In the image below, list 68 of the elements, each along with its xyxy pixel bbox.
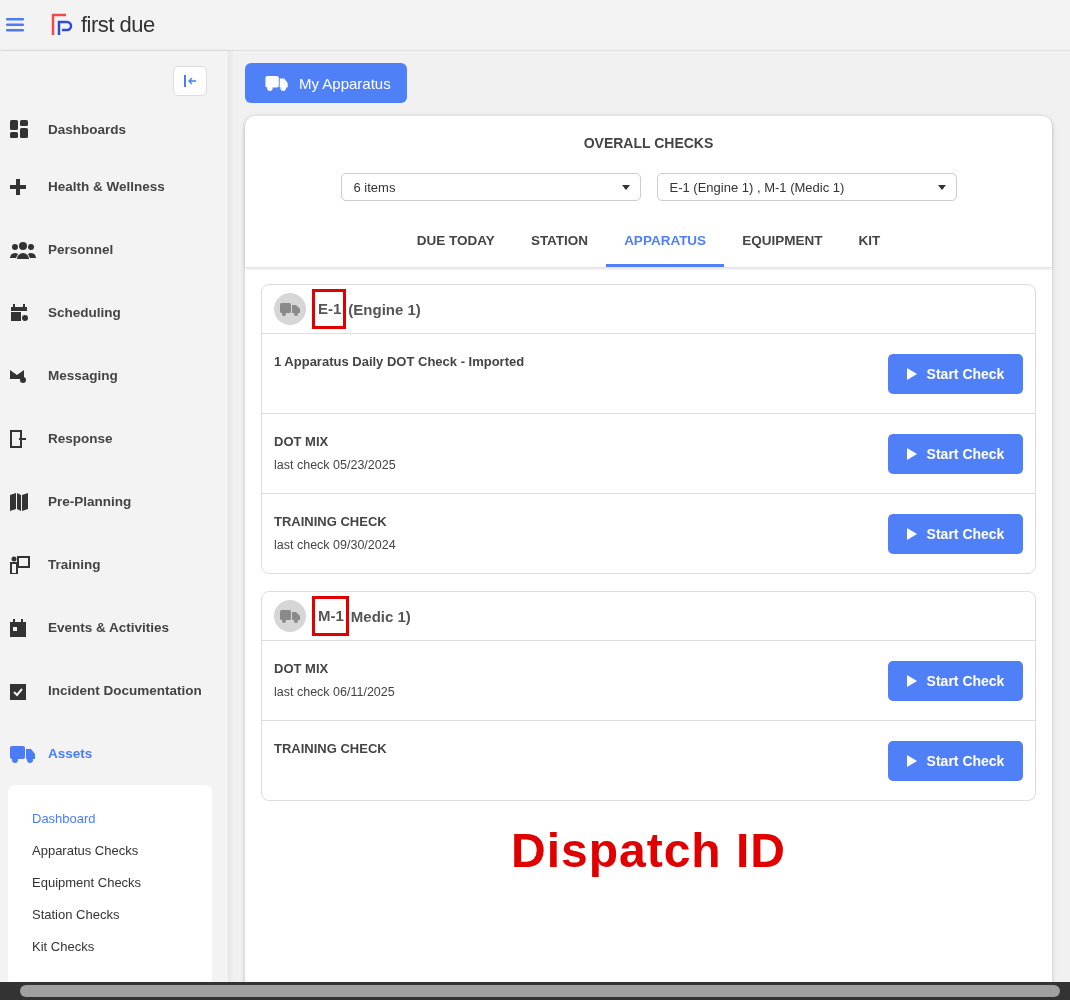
check-name: TRAINING CHECK (274, 514, 388, 529)
truck-icon (10, 744, 36, 763)
sidebar-item[interactable]: Events & Activities (0, 596, 228, 659)
grid-icon (10, 120, 30, 138)
last-check-date: last check 05/23/2025 (274, 458, 396, 472)
logo-icon (51, 13, 75, 37)
truck-icon (274, 293, 306, 325)
calendar-icon (10, 618, 26, 637)
start-check-button[interactable]: Start Check (888, 353, 1023, 394)
submenu-item[interactable]: Equipment Checks (32, 871, 212, 903)
menu-icon[interactable] (6, 18, 24, 32)
filter-dropdown[interactable]: E-1 (Engine 1) , M-1 (Medic 1) (656, 173, 957, 201)
check-name: DOT MIX (274, 434, 330, 449)
check-name: DOT MIX (274, 661, 330, 676)
presenter-icon (10, 555, 30, 574)
apparatus-name: (Engine 1) (348, 300, 421, 318)
tab[interactable]: KIT (840, 219, 899, 267)
sidebar-item[interactable]: Scheduling (0, 281, 228, 344)
collapse-arrow-icon (183, 74, 197, 88)
sidebar-item[interactable]: Pre-Planning (0, 470, 228, 533)
sidebar-item[interactable]: Health & Wellness (0, 155, 228, 218)
dispatch-id: M-1 (312, 596, 349, 636)
play-icon (906, 447, 917, 460)
submenu-item[interactable]: Dashboard (32, 807, 212, 839)
plus-icon (10, 178, 26, 195)
dispatch-id: E-1 (312, 289, 347, 329)
play-icon (906, 754, 917, 767)
play-icon (906, 527, 917, 540)
horizontal-scrollbar[interactable] (0, 982, 1070, 1000)
sidebar-item[interactable]: Response (0, 407, 228, 470)
truck-icon (265, 75, 289, 91)
sidebar-item[interactable]: Messaging (0, 344, 228, 407)
play-icon (906, 367, 917, 380)
sidebar-item[interactable]: Training (0, 533, 228, 596)
caret-icon (621, 184, 630, 190)
check-name: 1 Apparatus Daily DOT Check - Imported (274, 354, 525, 369)
collapse-sidebar-button[interactable] (173, 66, 207, 96)
caret-icon (937, 184, 946, 190)
apparatus-name: Medic 1) (350, 607, 411, 625)
document-check-icon (10, 681, 26, 700)
people-icon (10, 240, 36, 259)
start-check-button[interactable]: Start Check (888, 740, 1023, 781)
last-check-date: last check 09/30/2024 (274, 538, 396, 552)
tab[interactable]: STATION (512, 219, 607, 267)
play-icon (906, 674, 917, 687)
logo-text: first due (81, 12, 155, 38)
calendar-icon (10, 303, 28, 322)
tab[interactable]: EQUIPMENT (724, 219, 841, 267)
sidebar-item[interactable]: Personnel (0, 218, 228, 281)
door-icon (10, 429, 26, 448)
start-check-button[interactable]: Start Check (888, 513, 1023, 554)
submenu-item[interactable]: Station Checks (32, 903, 212, 935)
start-check-button[interactable]: Start Check (888, 433, 1023, 474)
my-apparatus-button[interactable]: My Apparatus (245, 63, 407, 103)
map-icon (10, 492, 28, 511)
sidebar-item[interactable]: Incident Documentation (0, 659, 228, 722)
submenu-item[interactable]: Apparatus Checks (32, 839, 212, 871)
tab[interactable]: APPARATUS (606, 219, 725, 267)
check-name: TRAINING CHECK (274, 741, 387, 756)
start-check-button[interactable]: Start Check (888, 660, 1023, 701)
filter-dropdown[interactable]: 6 items (340, 173, 641, 201)
truck-icon (274, 600, 306, 632)
panel-title: OVERALL CHECKS (582, 134, 715, 151)
tab[interactable]: DUE TODAY (398, 219, 513, 267)
submenu-item[interactable]: Kit Checks (32, 935, 212, 967)
sidebar-item[interactable]: Dashboards (0, 103, 228, 155)
last-check-date: last check 06/11/2025 (274, 685, 395, 699)
annotation-label: Dispatch ID (509, 823, 787, 878)
